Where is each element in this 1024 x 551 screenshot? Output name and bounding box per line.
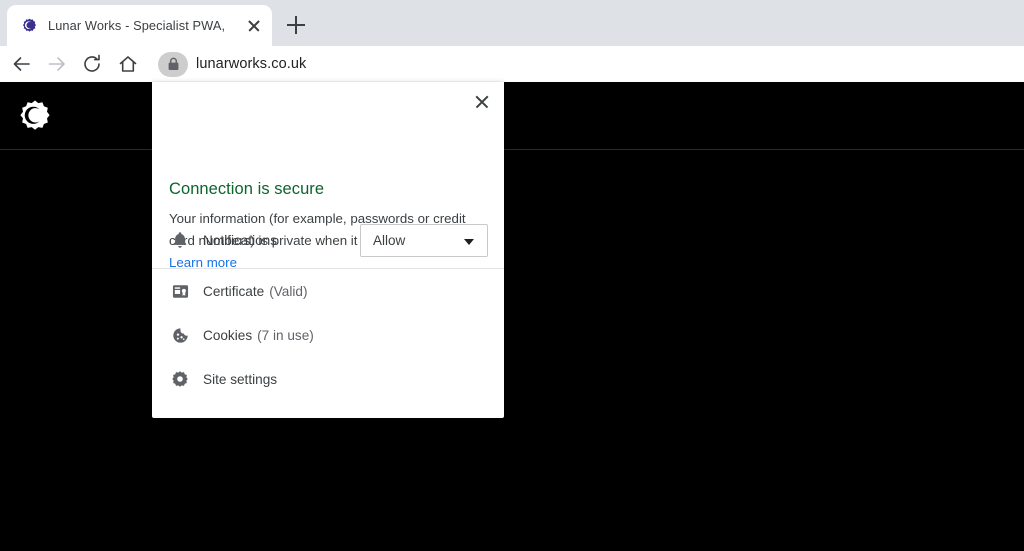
tab-close-icon[interactable] (244, 16, 264, 36)
menu-item-label: Certificate (203, 283, 265, 299)
browser-tab[interactable]: Lunar Works - Specialist PWA, (7, 5, 272, 46)
notifications-select[interactable]: Allow (360, 223, 488, 257)
menu-item-label: Site settings (203, 371, 278, 387)
menu-item-cookies[interactable]: Cookies (7 in use) (152, 313, 504, 357)
menu-item-sublabel: (7 in use) (257, 327, 314, 343)
cookie-icon (170, 325, 190, 345)
address-bar[interactable]: lunarworks.co.uk (152, 50, 1024, 78)
lock-icon[interactable] (158, 51, 188, 77)
home-button[interactable] (116, 52, 140, 76)
menu-item-sublabel: (Valid) (269, 283, 308, 299)
menu-item-site-settings[interactable]: Site settings (152, 357, 504, 401)
reload-button[interactable] (80, 52, 104, 76)
gear-icon (170, 369, 190, 389)
notifications-select-value: Allow (373, 232, 406, 248)
browser-toolbar: lunarworks.co.uk (0, 46, 1024, 82)
chevron-down-icon (464, 238, 474, 245)
tab-strip: Lunar Works - Specialist PWA, (0, 0, 1024, 46)
moon-gear-icon (21, 17, 38, 34)
permission-label: Notifications (203, 232, 278, 248)
moon-gear-logo[interactable] (16, 97, 54, 135)
popup-menu-list: Certificate (Valid) Cookies (7 in use) S… (152, 269, 504, 401)
certificate-icon (170, 281, 190, 301)
back-button[interactable] (10, 52, 34, 76)
menu-item-label: Cookies (203, 327, 253, 343)
browser-chrome: Lunar Works - Specialist PWA, lunarworks… (0, 0, 1024, 82)
popup-title: Connection is secure (169, 180, 325, 198)
close-icon[interactable] (469, 89, 495, 115)
url-text: lunarworks.co.uk (196, 56, 307, 72)
forward-button (45, 52, 69, 76)
new-tab-button[interactable] (283, 12, 309, 38)
bell-icon (170, 230, 190, 250)
tab-title: Lunar Works - Specialist PWA, (48, 18, 226, 33)
menu-item-certificate[interactable]: Certificate (Valid) (152, 269, 504, 313)
site-information-popup: Connection is secure Your information (f… (152, 82, 504, 418)
permission-row-notifications: Notifications Allow (152, 212, 504, 268)
